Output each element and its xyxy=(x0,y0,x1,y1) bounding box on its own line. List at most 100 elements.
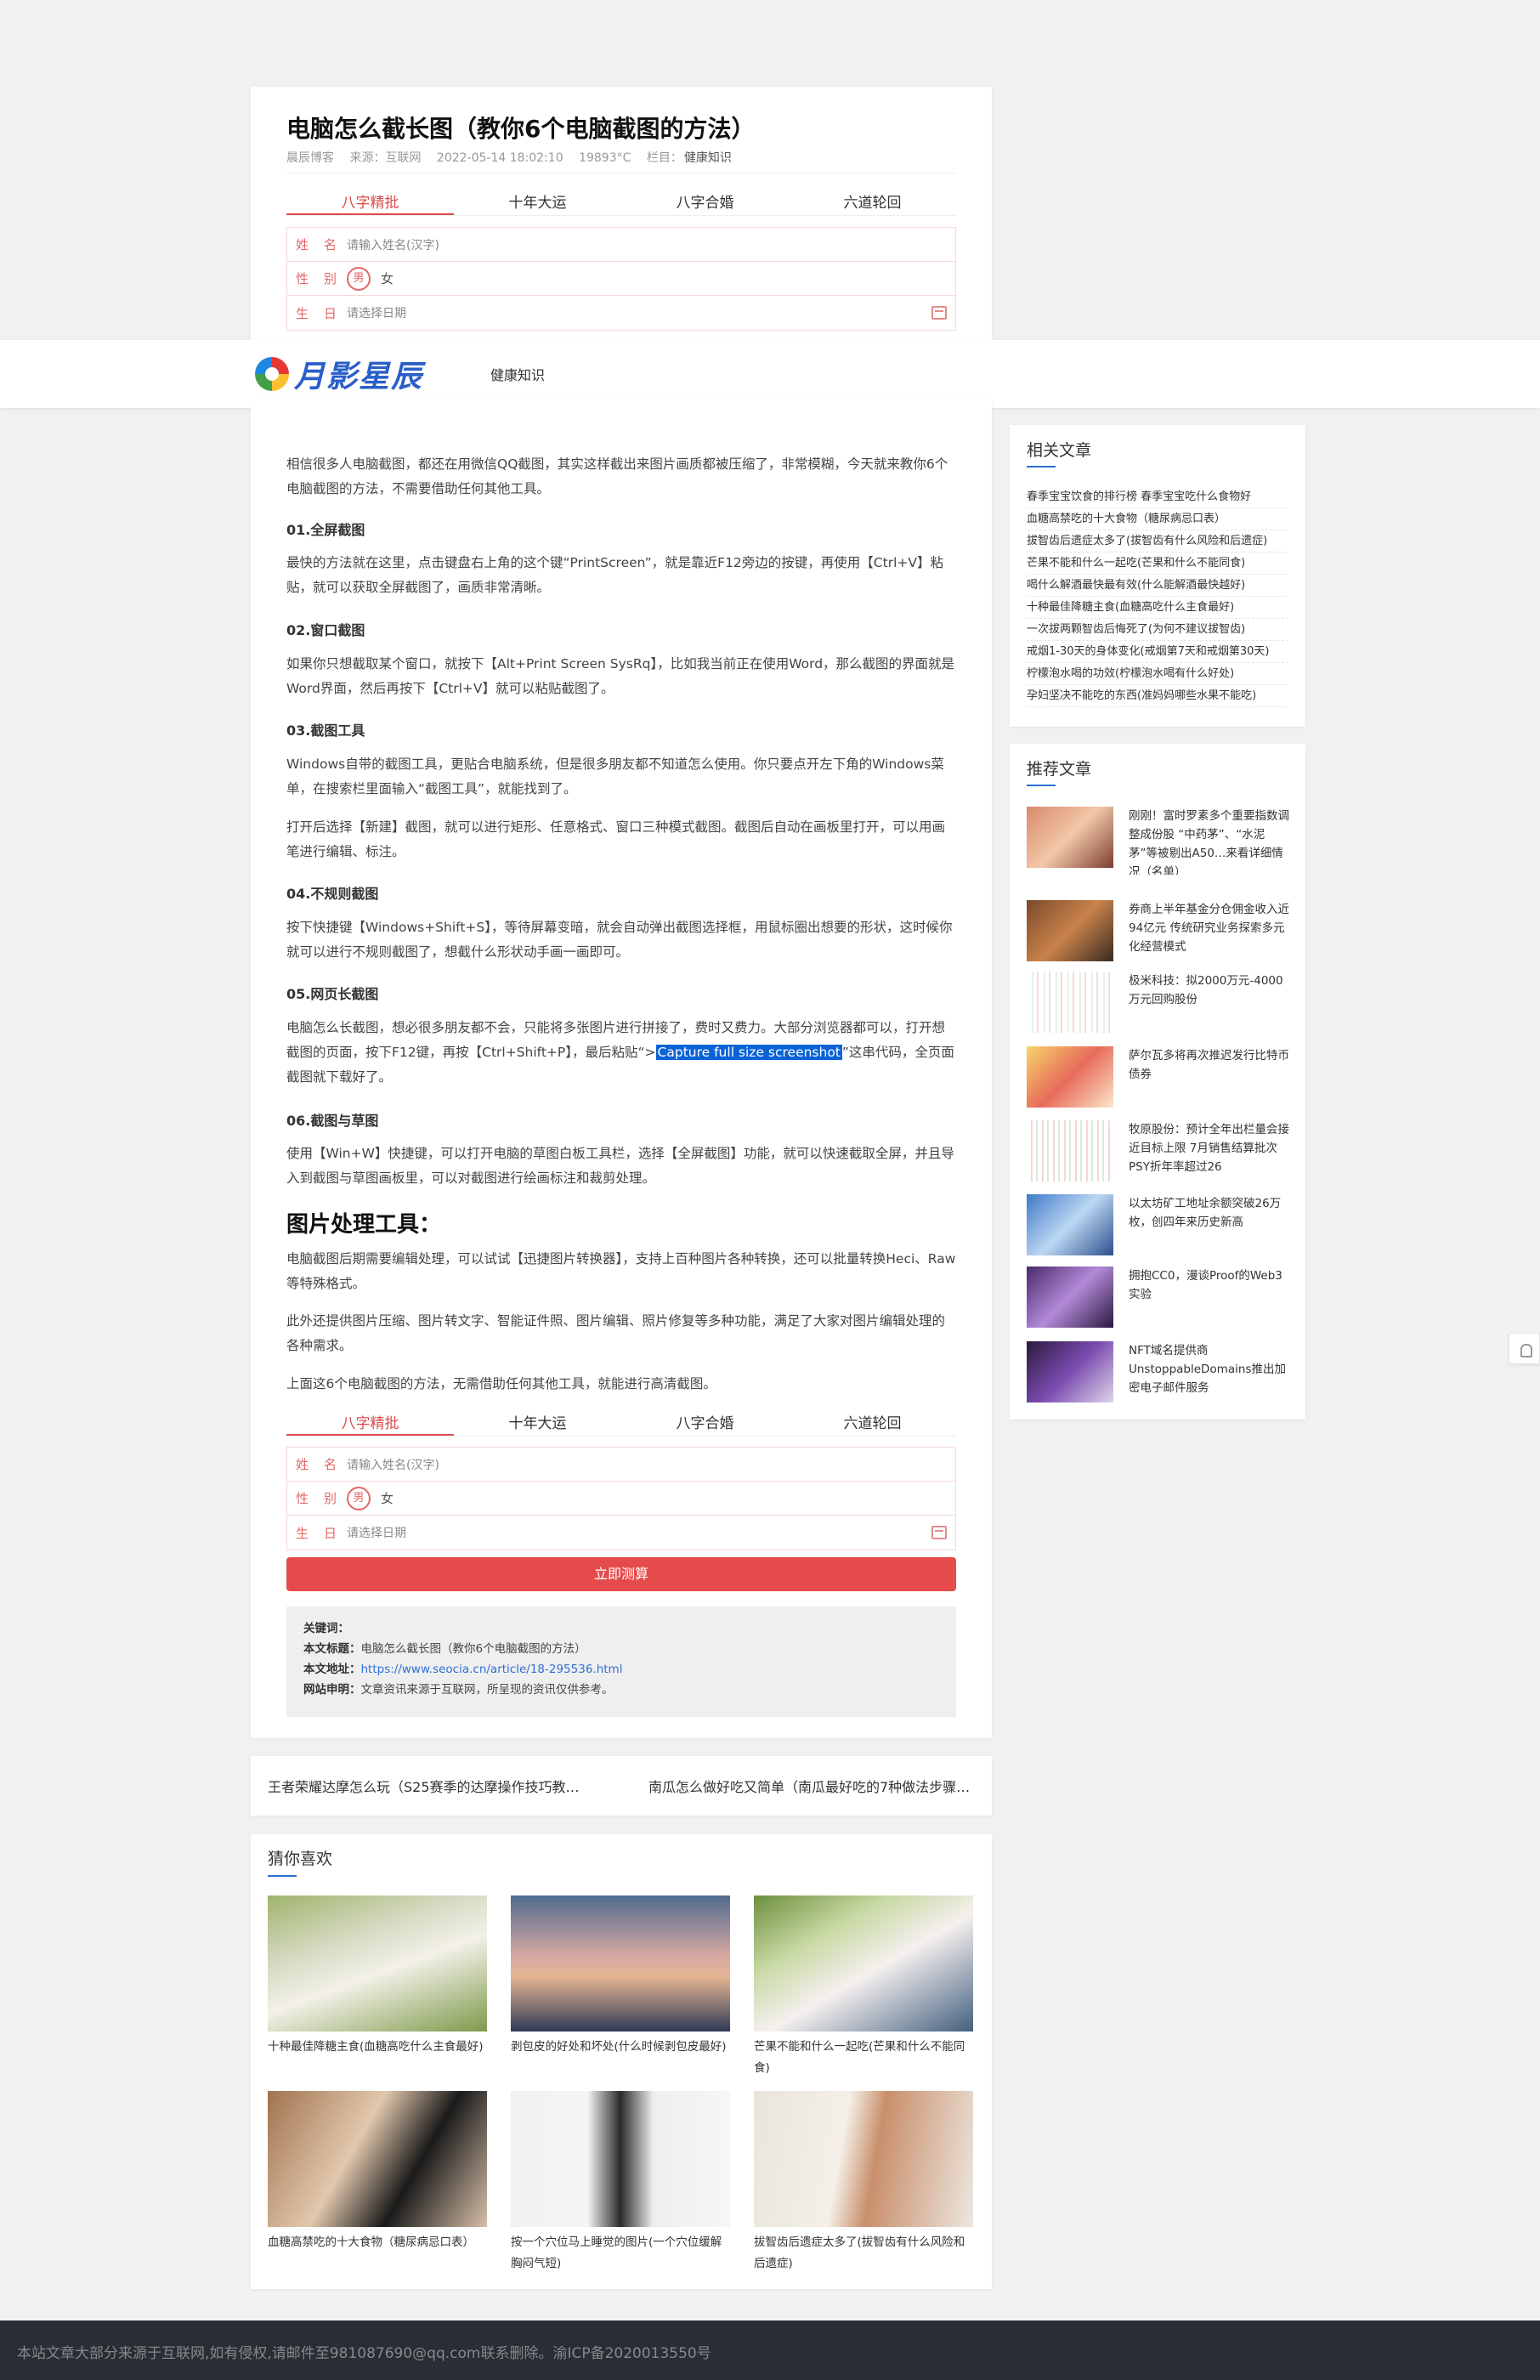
article-caption[interactable]: 芒果不能和什么一起吃(芒果和什么不能同食) xyxy=(754,2037,973,2079)
back-to-top-button[interactable] xyxy=(1509,1333,1540,1364)
gender-female-radio[interactable]: 女 xyxy=(381,1489,393,1507)
article-thumbnail[interactable] xyxy=(1027,807,1113,868)
recommend-item[interactable]: 以太坊矿工地址余额突破26万枚，创四年来历史新高 xyxy=(1027,1194,1290,1262)
article-caption[interactable]: 血糖高禁吃的十大食物（糖尿病忌口表） xyxy=(268,2232,487,2275)
article-thumbnail[interactable] xyxy=(1027,1046,1113,1108)
list-item[interactable]: 喝什么解酒最快最有效(什么能解酒最快越好) xyxy=(1027,575,1288,597)
related-articles: 相关文章 春季宝宝饮食的排行榜 春季宝宝吃什么食物好 血糖高禁吃的十大食物（糖尿… xyxy=(1010,425,1305,727)
title-underline xyxy=(268,1875,297,1877)
recommend-item[interactable]: 萨尔瓦多将再次推迟发行比特币债券 xyxy=(1027,1046,1290,1114)
tab-lunhui[interactable]: 六道轮回 xyxy=(789,1411,956,1436)
section-heading: 06.截图与草图 xyxy=(286,1113,379,1129)
article-thumbnail[interactable] xyxy=(1027,1194,1113,1255)
article-thumbnail[interactable] xyxy=(1027,972,1113,1033)
article-url-link[interactable]: https://www.seocia.cn/article/18-295536.… xyxy=(361,1663,623,1676)
tab-dayun[interactable]: 十年大运 xyxy=(454,190,621,215)
name-input[interactable]: 请输入姓名(汉字) xyxy=(347,236,439,253)
article-thumbnail[interactable] xyxy=(1027,1266,1113,1328)
article-thumbnail[interactable] xyxy=(511,1896,730,2032)
article-thumbnail[interactable] xyxy=(754,1896,973,2032)
keywords-label: 关键词： xyxy=(303,1622,349,1635)
tab-bazi[interactable]: 八字精批 xyxy=(286,1411,454,1436)
article-title[interactable]: 极米科技：拟2000万元-4000万元回购股份 xyxy=(1129,972,1290,1009)
guess-item[interactable]: 血糖高禁吃的十大食物（糖尿病忌口表） xyxy=(268,2091,487,2275)
article-title[interactable]: 牧原股份：预计全年出栏量会接近目标上限 7月销售结算批次PSY折年率超过26 xyxy=(1129,1120,1290,1176)
gender-male-radio[interactable]: 男 xyxy=(347,1486,371,1510)
recommend-item[interactable]: 牧原股份：预计全年出栏量会接近目标上限 7月销售结算批次PSY折年率超过26 xyxy=(1027,1120,1290,1188)
category-link[interactable]: 健康知识 xyxy=(684,151,732,165)
birth-date-input[interactable]: 请选择日期 xyxy=(347,1524,406,1541)
article-thumbnail[interactable] xyxy=(268,2091,487,2227)
paragraph: 相信很多人电脑截图，都还在用微信QQ截图，其实这样截出来图片画质都被压缩了，非常… xyxy=(286,456,948,496)
nav-health[interactable]: 健康知识 xyxy=(490,364,545,384)
list-item[interactable]: 十种最佳降糖主食(血糖高吃什么主食最好) xyxy=(1027,597,1288,619)
article-caption[interactable]: 剥包皮的好处和坏处(什么时候剥包皮最好) xyxy=(511,2037,730,2079)
article-title: 电脑怎么截长图（教你6个电脑截图的方法） xyxy=(286,115,756,143)
article-caption[interactable]: 拔智齿后遗症太多了(拔智齿有什么风险和后遗症) xyxy=(754,2232,973,2275)
paragraph: 电脑怎么长截图，想必很多朋友都不会，只能将多张图片进行拼接了，费时又费力。大部分… xyxy=(286,1016,956,1090)
tab-hehun[interactable]: 八字合婚 xyxy=(621,190,789,215)
site-header: 月影星辰 健康知识 xyxy=(0,340,1540,408)
prev-article-link[interactable]: 王者荣耀达摩怎么玩（S25赛季的达摩操作技巧教学… xyxy=(268,1776,591,1796)
view-count: 19893°C xyxy=(579,151,631,165)
section-title: 猜你喜欢 xyxy=(268,1850,333,1868)
fortune-form-bottom: 姓名 请输入姓名(汉字) 性别男女 生日 请选择日期 xyxy=(286,1447,956,1550)
article-thumbnail[interactable] xyxy=(754,2091,973,2227)
article-title[interactable]: 券商上半年基金分仓佣金收入近94亿元 传统研究业务探索多元化经营模式 xyxy=(1129,900,1290,956)
list-item[interactable]: 血糖高禁吃的十大食物（糖尿病忌口表） xyxy=(1027,508,1288,530)
site-footer: 本站文章大部分来源于互联网,如有侵权,请邮件至981087690@qq.com联… xyxy=(0,2320,1540,2380)
gender-female-radio[interactable]: 女 xyxy=(381,269,393,287)
guess-you-like: 猜你喜欢 十种最佳降糖主食(血糖高吃什么主食最好) 剥包皮的好处和坏处(什么时候… xyxy=(251,1834,992,2289)
recommend-item[interactable]: 极米科技：拟2000万元-4000万元回购股份 xyxy=(1027,972,1290,1040)
list-item[interactable]: 春季宝宝饮食的排行榜 春季宝宝吃什么食物好 xyxy=(1027,486,1288,508)
gender-male-radio[interactable]: 男 xyxy=(347,266,371,291)
article-title[interactable]: 拥抱CC0，漫谈Proof的Web3实验 xyxy=(1129,1266,1290,1304)
list-item[interactable]: 孕妇坚决不能吃的东西(准妈妈哪些水果不能吃) xyxy=(1027,685,1288,707)
next-article-link[interactable]: 南瓜怎么做好吃又简单（南瓜最好吃的7种做法步骤… xyxy=(648,1776,971,1796)
article-thumbnail[interactable] xyxy=(1027,900,1113,961)
guess-item[interactable]: 按一个穴位马上睡觉的图片(一个穴位缓解胸闷气短) xyxy=(511,2091,730,2275)
list-item[interactable]: 芒果不能和什么一起吃(芒果和什么不能同食) xyxy=(1027,552,1288,575)
article-caption[interactable]: 十种最佳降糖主食(血糖高吃什么主食最好) xyxy=(268,2037,487,2079)
name-input[interactable]: 请输入姓名(汉字) xyxy=(347,1456,439,1473)
url-label: 本文地址： xyxy=(303,1663,361,1676)
article-header-card: 电脑怎么截长图（教你6个电脑截图的方法） 晨辰博客 来源：互联网 2022-05… xyxy=(251,87,992,340)
site-logo[interactable]: 月影星辰 xyxy=(255,352,423,396)
article-title[interactable]: 萨尔瓦多将再次推迟发行比特币债券 xyxy=(1129,1046,1290,1084)
section-heading: 01.全屏截图 xyxy=(286,522,365,538)
list-item[interactable]: 拔智齿后遗症太多了(拔智齿有什么风险和后遗症) xyxy=(1027,530,1288,552)
selected-text: Capture full size screenshot xyxy=(655,1045,842,1060)
article-title[interactable]: 以太坊矿工地址余额突破26万枚，创四年来历史新高 xyxy=(1129,1194,1290,1232)
guess-item[interactable]: 芒果不能和什么一起吃(芒果和什么不能同食) xyxy=(754,1896,973,2079)
guess-item[interactable]: 拔智齿后遗症太多了(拔智齿有什么风险和后遗症) xyxy=(754,2091,973,2275)
list-item[interactable]: 柠檬泡水喝的功效(柠檬泡水喝有什么好处) xyxy=(1027,663,1288,685)
article-caption[interactable]: 按一个穴位马上睡觉的图片(一个穴位缓解胸闷气短) xyxy=(511,2232,730,2275)
article-thumbnail[interactable] xyxy=(1027,1120,1113,1182)
tab-lunhui[interactable]: 六道轮回 xyxy=(789,190,956,215)
calendar-icon[interactable] xyxy=(931,306,947,320)
article-thumbnail[interactable] xyxy=(1027,1341,1113,1402)
guess-item[interactable]: 十种最佳降糖主食(血糖高吃什么主食最好) xyxy=(268,1896,487,2079)
article-thumbnail[interactable] xyxy=(268,1896,487,2032)
guess-item[interactable]: 剥包皮的好处和坏处(什么时候剥包皮最好) xyxy=(511,1896,730,2079)
recommend-item[interactable]: 刚刚！富时罗素多个重要指数调整成份股 “中药茅”、“水泥茅”等被剔出A50…来看… xyxy=(1027,807,1290,875)
tab-dayun[interactable]: 十年大运 xyxy=(454,1411,621,1436)
article-meta: 晨辰博客 来源：互联网 2022-05-14 18:02:10 19893°C … xyxy=(286,149,744,166)
recommend-item[interactable]: 拥抱CC0，漫谈Proof的Web3实验 xyxy=(1027,1266,1290,1334)
tab-bazi[interactable]: 八字精批 xyxy=(286,190,454,215)
article-title[interactable]: 刚刚！富时罗素多个重要指数调整成份股 “中药茅”、“水泥茅”等被剔出A50…来看… xyxy=(1129,807,1290,875)
birth-label: 生日 xyxy=(296,305,353,321)
article-title[interactable]: NFT域名提供商UnstoppableDomains推出加密电子邮件服务 xyxy=(1129,1341,1290,1397)
list-item[interactable]: 一次拔两颗智齿后悔死了(为何不建议拔智齿) xyxy=(1027,619,1288,641)
list-item[interactable]: 戒烟1-30天的身体变化(戒烟第7天和戒烟第30天) xyxy=(1027,641,1288,663)
prev-next-nav: 王者荣耀达摩怎么玩（S25赛季的达摩操作技巧教学… 南瓜怎么做好吃又简单（南瓜最… xyxy=(251,1756,992,1816)
recommend-item[interactable]: 券商上半年基金分仓佣金收入近94亿元 传统研究业务探索多元化经营模式 xyxy=(1027,900,1290,968)
notice-label: 网站申明： xyxy=(303,1683,361,1697)
calendar-icon[interactable] xyxy=(931,1526,947,1539)
recommend-item[interactable]: NFT域名提供商UnstoppableDomains推出加密电子邮件服务 xyxy=(1027,1341,1290,1409)
tab-hehun[interactable]: 八字合婚 xyxy=(621,1411,789,1436)
gender-label: 性别 xyxy=(296,1491,353,1506)
calculate-button[interactable]: 立即测算 xyxy=(286,1557,956,1591)
article-thumbnail[interactable] xyxy=(511,2091,730,2227)
birth-date-input[interactable]: 请选择日期 xyxy=(347,304,406,321)
